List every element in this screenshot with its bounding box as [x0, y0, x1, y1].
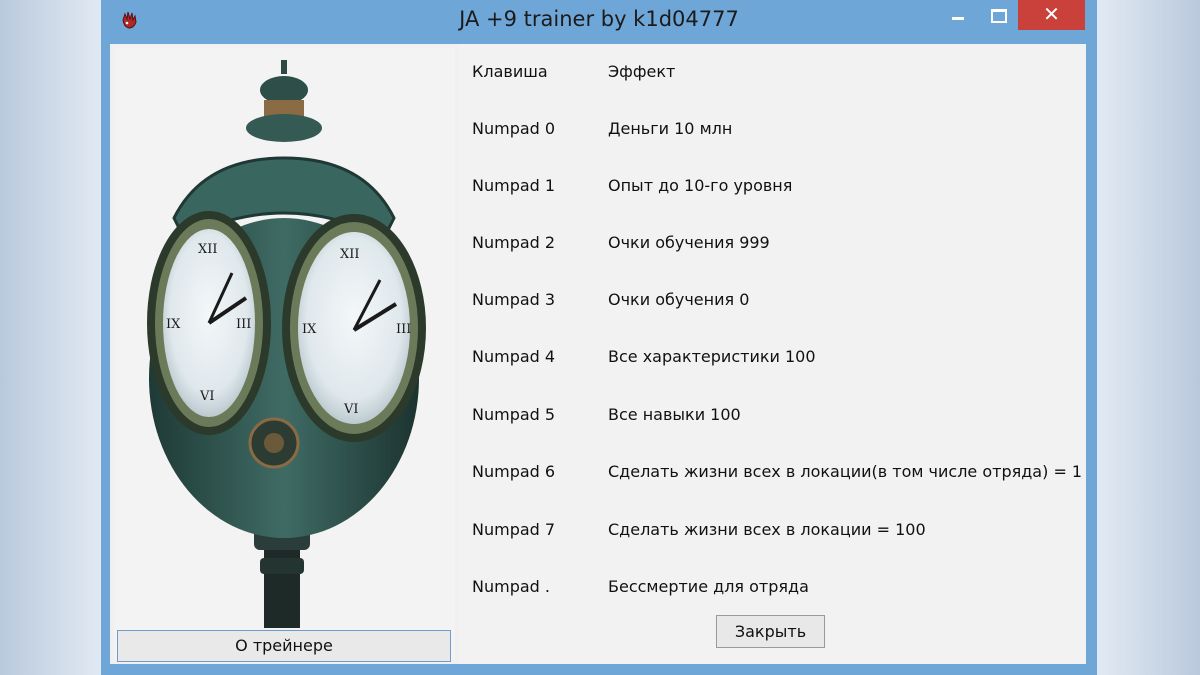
- header-key: Клавиша: [472, 62, 548, 81]
- client-area: XII III VI IX XII III VI IX О трейнере Клавиша…: [110, 44, 1086, 664]
- svg-text:XII: XII: [198, 242, 218, 257]
- street-clock-image: XII III VI IX XII III VI IX: [114, 48, 455, 628]
- row-effect: Очки обучения 0: [608, 290, 750, 309]
- row-effect: Деньги 10 млн: [608, 119, 733, 138]
- trainer-window: JA +9 trainer by k1d04777 ✕ XII III VI I…: [101, 0, 1097, 675]
- about-trainer-button[interactable]: О трейнере: [117, 630, 451, 662]
- left-panel: XII III VI IX XII III VI IX О трейнере: [114, 48, 455, 662]
- row-effect: Очки обучения 999: [608, 233, 770, 252]
- header-effect: Эффект: [608, 62, 676, 81]
- svg-text:VI: VI: [199, 389, 215, 404]
- row-key: Numpad 0: [472, 119, 556, 138]
- close-icon: ✕: [1043, 2, 1060, 26]
- row-key: Numpad 2: [472, 233, 556, 252]
- close-button[interactable]: Закрыть: [716, 615, 825, 648]
- minimize-icon: [952, 17, 964, 20]
- maximize-button[interactable]: [981, 0, 1015, 30]
- row-key: Numpad 1: [472, 176, 556, 195]
- title-bar[interactable]: JA +9 trainer by k1d04777 ✕: [101, 0, 1097, 44]
- svg-text:III: III: [236, 317, 251, 332]
- svg-text:VI: VI: [343, 402, 359, 417]
- minimize-button[interactable]: [941, 0, 975, 30]
- row-key: Numpad .: [472, 577, 550, 596]
- close-window-button[interactable]: ✕: [1018, 0, 1085, 30]
- row-key: Numpad 6: [472, 462, 556, 481]
- svg-text:XII: XII: [340, 247, 360, 262]
- row-effect: Все навыки 100: [608, 405, 741, 424]
- row-key: Numpad 5: [472, 405, 556, 424]
- row-effect: Все характеристики 100: [608, 347, 816, 366]
- row-effect: Бессмертие для отряда: [608, 577, 809, 596]
- svg-text:III: III: [396, 322, 411, 337]
- svg-text:IX: IX: [166, 317, 181, 332]
- row-key: Numpad 3: [472, 290, 556, 309]
- hotkey-table-panel: Клавиша Эффект Numpad 0 Деньги 10 млн Nu…: [458, 44, 1086, 664]
- row-effect: Сделать жизни всех в локации = 100: [608, 520, 926, 539]
- row-key: Numpad 4: [472, 347, 556, 366]
- maximize-icon: [991, 9, 1007, 23]
- row-effect: Опыт до 10-го уровня: [608, 176, 793, 195]
- row-effect: Сделать жизни всех в локации(в том числе…: [608, 462, 1083, 481]
- row-key: Numpad 7: [472, 520, 556, 539]
- svg-text:IX: IX: [302, 322, 317, 337]
